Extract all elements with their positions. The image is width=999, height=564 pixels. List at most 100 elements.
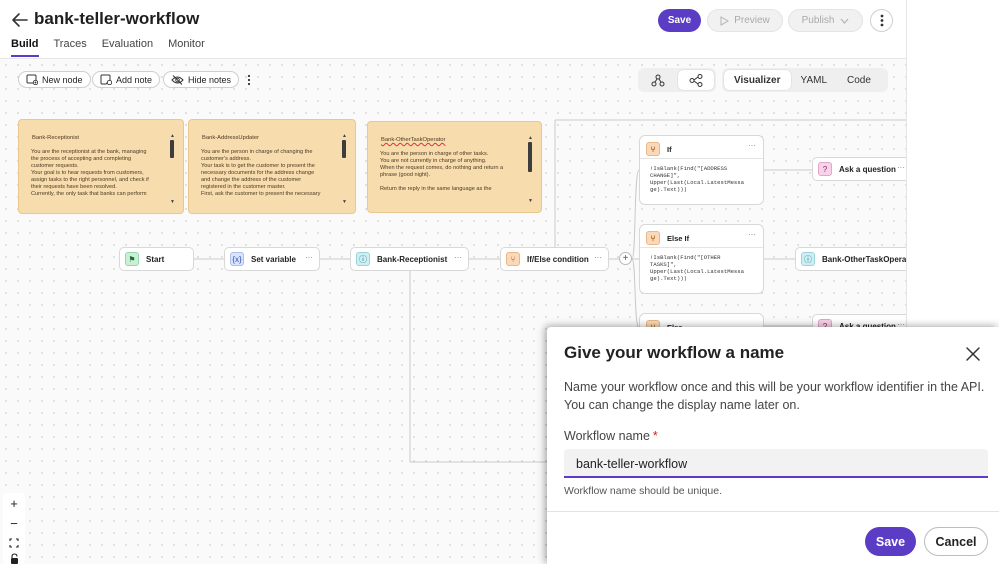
zoom-out-icon[interactable]: −: [3, 513, 25, 533]
tab-build[interactable]: Build: [11, 38, 39, 57]
new-node-button[interactable]: New node: [18, 71, 91, 88]
scroll-up-icon[interactable]: ▲: [342, 133, 347, 140]
note-title: Bank-OtherTaskOperator: [381, 137, 446, 143]
hide-notes-button[interactable]: Hide notes: [163, 71, 240, 88]
zoom-in-icon[interactable]: +: [3, 493, 25, 513]
condition-expression: !IsBlank(Find("[ADDRESS CHANGE]", Upper(…: [650, 165, 744, 193]
layout-switch: [638, 68, 716, 92]
branch-icon: ⑂: [646, 231, 660, 245]
tab-traces[interactable]: Traces: [54, 38, 87, 57]
note-title: Bank-AddressUpdater: [202, 135, 260, 141]
graph-layout-icon: [689, 73, 703, 87]
condition-expression: !IsBlank(Find("[OTHER TASKS]", Upper(Las…: [650, 254, 744, 282]
node-label: Bank-OtherTaskOperato: [822, 254, 907, 264]
layout-graph-button[interactable]: [678, 70, 714, 90]
workflow-name-input[interactable]: [564, 449, 988, 478]
condition-menu-icon[interactable]: ···: [748, 230, 756, 239]
node-menu-icon[interactable]: ···: [454, 253, 462, 262]
node-label: Ask a question: [839, 164, 896, 174]
sticky-note[interactable]: Bank-OtherTaskOperator You are the perso…: [367, 121, 542, 213]
dialog-title: Give your workflow a name: [564, 343, 785, 362]
tab-monitor[interactable]: Monitor: [168, 38, 205, 57]
sticky-note[interactable]: Bank-Receptionist You are the receptioni…: [18, 119, 184, 214]
agent-icon: ⓘ: [356, 252, 370, 266]
note-body: You are the receptionist at the bank, ma…: [31, 149, 149, 197]
dialog-description: Name your workflow once and this will be…: [564, 380, 985, 412]
question-icon: ?: [818, 162, 832, 176]
condition-divider: [640, 158, 763, 159]
scroll-up-icon[interactable]: ▲: [528, 135, 533, 142]
add-node-icon: [26, 74, 38, 85]
node-bank-receptionist[interactable]: ⓘ Bank-Receptionist ···: [350, 247, 469, 271]
agent-icon: ⓘ: [801, 252, 815, 266]
condition-label: If: [667, 144, 672, 154]
condition-header: ⑂ Else If: [646, 231, 689, 245]
note-body: You are the person in charge of other ta…: [380, 151, 504, 192]
publish-label: Publish: [801, 15, 835, 26]
condition-header: ⑂ If: [646, 142, 672, 156]
scroll-up-icon[interactable]: ▲: [170, 133, 175, 140]
dialog-cancel-button[interactable]: Cancel: [924, 527, 988, 556]
node-ask-question[interactable]: ? Ask a question ···: [812, 157, 906, 181]
scroll-down-icon[interactable]: ▼: [170, 199, 175, 206]
scroll-down-icon[interactable]: ▼: [528, 198, 533, 205]
tab-code[interactable]: Code: [837, 70, 881, 90]
node-start[interactable]: ⚑ Start: [119, 247, 194, 271]
arrow-left-icon[interactable]: [10, 10, 30, 30]
tree-layout-icon: [651, 74, 665, 86]
fit-view-icon[interactable]: [3, 533, 25, 553]
kebab-vertical-icon: [880, 14, 883, 27]
tab-yaml[interactable]: YAML: [791, 70, 838, 90]
node-bank-other-task-operator[interactable]: ⓘ Bank-OtherTaskOperato: [795, 247, 907, 271]
node-label: If/Else condition: [527, 254, 589, 264]
node-set-variable[interactable]: {x} Set variable ···: [224, 247, 320, 271]
add-note-button[interactable]: Add note: [92, 71, 161, 88]
zoom-controls: + −: [3, 493, 25, 564]
scroll-down-icon[interactable]: ▼: [342, 199, 347, 206]
dialog-save-button[interactable]: Save: [865, 527, 916, 556]
add-note-icon: [100, 74, 112, 85]
tab-visualizer[interactable]: Visualizer: [724, 70, 791, 90]
condition-else-if[interactable]: ⑂ Else If ··· !IsBlank(Find("[OTHER TASK…: [639, 224, 764, 294]
node-menu-icon[interactable]: ···: [305, 253, 313, 262]
page-background: [907, 0, 999, 330]
note-scrollbar[interactable]: [528, 142, 532, 172]
note-title: Bank-Receptionist: [32, 135, 80, 141]
eye-off-icon: [171, 74, 184, 85]
condition-menu-icon[interactable]: ···: [748, 141, 756, 150]
close-icon[interactable]: [965, 346, 981, 362]
note-body: You are the person in charge of changing…: [201, 149, 321, 197]
condition-if[interactable]: ⑂ If ··· !IsBlank(Find("[ADDRESS CHANGE]…: [639, 135, 764, 205]
node-label: Bank-Receptionist: [377, 254, 448, 264]
preview-label: Preview: [734, 15, 770, 26]
dialog-divider: [547, 511, 999, 512]
variable-icon: {x}: [230, 252, 244, 266]
note-scrollbar[interactable]: [170, 140, 174, 158]
flag-icon: ⚑: [125, 252, 139, 266]
workflow-name-label: Workflow name *: [564, 429, 658, 443]
required-mark: *: [652, 429, 658, 443]
node-menu-icon[interactable]: ···: [594, 253, 602, 262]
save-button[interactable]: Save: [658, 9, 701, 32]
branch-icon: ⑂: [646, 142, 660, 156]
condition-divider: [640, 247, 763, 248]
node-ifelse-condition[interactable]: ⑂ If/Else condition ···: [500, 247, 609, 271]
note-scrollbar[interactable]: [342, 140, 346, 158]
publish-button[interactable]: Publish: [788, 9, 863, 32]
editor-header: bank-teller-workflow Build Traces Evalua…: [0, 0, 906, 60]
new-node-label: New node: [42, 74, 83, 85]
layout-tree-button[interactable]: [640, 70, 676, 90]
node-menu-icon[interactable]: ···: [897, 163, 905, 172]
condition-label: Else If: [667, 233, 690, 243]
more-options-button[interactable]: [870, 9, 893, 32]
node-label: Set variable: [251, 254, 296, 264]
workflow-name-hint: Workflow name should be unique.: [564, 485, 722, 497]
lock-icon[interactable]: [3, 553, 25, 564]
sticky-note[interactable]: Bank-AddressUpdater You are the person i…: [188, 119, 356, 214]
editor-tabs: Build Traces Evaluation Monitor: [11, 38, 205, 57]
tab-evaluation[interactable]: Evaluation: [102, 38, 153, 57]
play-icon: [720, 15, 730, 26]
add-branch-button[interactable]: +: [619, 252, 632, 265]
toolbar-more-icon[interactable]: [244, 73, 254, 87]
preview-button[interactable]: Preview: [707, 9, 783, 32]
